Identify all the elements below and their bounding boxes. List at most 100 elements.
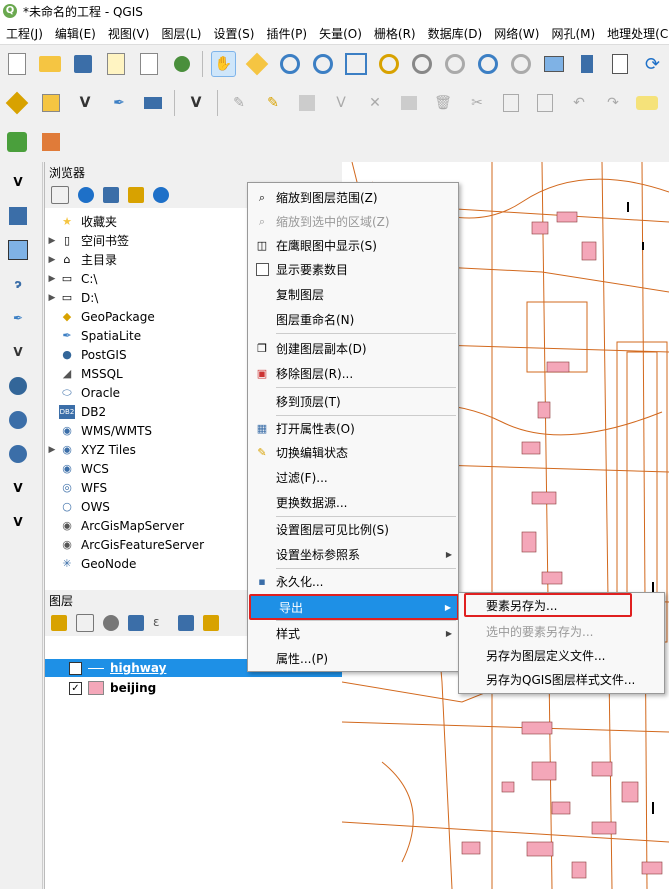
zoom-native-icon[interactable] — [442, 51, 467, 77]
menu-zoom-to-layer[interactable]: ⌕ 缩放到图层范围(Z) — [248, 185, 458, 210]
add-group-icon[interactable] — [76, 614, 94, 632]
info-icon[interactable] — [153, 187, 169, 203]
current-edits-icon[interactable]: ✎ — [226, 90, 252, 116]
bookmarks-icon[interactable] — [607, 51, 632, 77]
menu-export[interactable]: 导出 ▶ — [249, 594, 459, 620]
menu-mesh[interactable]: 网孔(M) — [545, 25, 601, 42]
filter-icon[interactable] — [128, 615, 144, 631]
menu-save-as-layer-definition[interactable]: 另存为图层定义文件... — [459, 643, 664, 668]
add-delimited-text-icon[interactable]: ɂ — [4, 270, 32, 298]
zoom-selection-icon[interactable] — [376, 51, 401, 77]
toggle-edit-icon[interactable]: V — [183, 90, 209, 116]
pencil-icon[interactable]: ✎ — [260, 90, 286, 116]
add-wcs-icon[interactable] — [4, 440, 32, 468]
zoom-in-icon[interactable] — [277, 51, 302, 77]
open-project-icon[interactable] — [37, 51, 62, 77]
menu-set-scale-visibility[interactable]: 设置图层可见比例(S) — [248, 517, 458, 542]
new-map-view-icon[interactable] — [541, 51, 566, 77]
menu-raster[interactable]: 栅格(R) — [368, 25, 422, 42]
menu-web[interactable]: 网络(W) — [488, 25, 545, 42]
filter-icon[interactable] — [103, 187, 119, 203]
save-project-icon[interactable] — [70, 51, 95, 77]
menu-processing[interactable]: 地理处理(C — [601, 25, 669, 42]
expand-arrow[interactable]: ▶ — [45, 445, 59, 455]
new-shapefile-icon[interactable]: V — [4, 508, 32, 536]
menu-layer[interactable]: 图层(L) — [155, 25, 207, 42]
menu-copy-layer[interactable]: 复制图层 — [248, 282, 458, 307]
expand-arrow[interactable]: ▶ — [45, 274, 59, 284]
expand-arrow[interactable]: ▶ — [45, 255, 59, 265]
feather-icon[interactable]: ✒ — [106, 90, 132, 116]
delete-selected-icon[interactable]: 🗑 — [430, 90, 456, 116]
menu-save-features-as[interactable]: 要素另存为... — [464, 593, 632, 617]
menu-filter[interactable]: 过滤(F)... — [248, 465, 458, 490]
refresh-icon[interactable] — [78, 187, 94, 203]
menu-change-data-source[interactable]: 更换数据源... — [248, 490, 458, 515]
add-selected-layers-icon[interactable] — [51, 186, 69, 204]
new-project-icon[interactable] — [4, 51, 29, 77]
menu-rename-layer[interactable]: 图层重命名(N) — [248, 307, 458, 332]
label-toolbar-icon[interactable] — [634, 90, 660, 116]
add-virtual-layer-icon[interactable]: V — [4, 338, 32, 366]
bookmark-new-icon[interactable] — [574, 51, 599, 77]
menu-make-permanent[interactable]: ▪ 永久化... — [248, 569, 458, 594]
save-edits-icon[interactable] — [294, 90, 320, 116]
menu-project[interactable]: 工程(J) — [0, 25, 49, 42]
menu-styles[interactable]: 样式 ▶ — [248, 621, 458, 646]
add-vector-icon[interactable]: V — [4, 168, 32, 196]
menu-save-as-qgis-style[interactable]: 另存为QGIS图层样式文件... — [459, 667, 664, 692]
add-mesh-icon[interactable] — [4, 236, 32, 264]
zoom-out-icon[interactable] — [310, 51, 335, 77]
menu-edit[interactable]: 编辑(E) — [49, 25, 102, 42]
processing-toolbox-icon[interactable] — [38, 129, 64, 155]
menu-vector[interactable]: 矢量(O) — [313, 25, 368, 42]
expand-arrow[interactable]: ▶ — [45, 293, 59, 303]
menu-duplicate-layer[interactable]: ❐ 创建图层副本(D) — [248, 336, 458, 361]
layout-manager-icon[interactable] — [136, 51, 161, 77]
zoom-last-icon[interactable] — [475, 51, 500, 77]
undo-icon[interactable]: ↶ — [566, 90, 592, 116]
pan-hand-icon[interactable]: ✋ — [210, 51, 237, 77]
menu-view[interactable]: 视图(V) — [102, 25, 156, 42]
zoom-next-icon[interactable] — [508, 51, 533, 77]
layer-visibility-checkbox[interactable]: ✓ — [69, 661, 82, 675]
modify-attributes-icon[interactable] — [396, 90, 422, 116]
menu-properties[interactable]: 属性...(P) — [248, 646, 458, 671]
menu-zoom-to-selection[interactable]: ⌕ 缩放到选中的区域(Z) — [248, 209, 458, 234]
vertex-tool-icon[interactable]: ✕ — [362, 90, 388, 116]
menu-save-selected-features-as[interactable]: 选中的要素另存为... — [459, 619, 664, 644]
menu-database[interactable]: 数据库(D) — [422, 25, 489, 42]
menu-show-feature-count[interactable]: 显示要素数目 — [248, 257, 458, 282]
layer-visibility-checkbox[interactable]: ✓ — [69, 681, 82, 695]
menu-move-to-top[interactable]: 移到顶层(T) — [248, 389, 458, 414]
add-postgis-icon[interactable] — [4, 372, 32, 400]
zoom-full-icon[interactable] — [343, 51, 368, 77]
collapse-all-icon[interactable] — [128, 187, 144, 203]
menu-remove-layer[interactable]: ▣ 移除图层(R)... — [248, 361, 458, 386]
add-feature-icon[interactable]: V — [328, 90, 354, 116]
copy-features-icon[interactable] — [498, 90, 524, 116]
style-manager-icon[interactable] — [169, 51, 194, 77]
expand-all-icon[interactable] — [178, 615, 194, 631]
menu-plugins[interactable]: 插件(P) — [260, 25, 313, 42]
menu-settings[interactable]: 设置(S) — [208, 25, 261, 42]
expand-arrow[interactable]: ▶ — [45, 236, 59, 246]
zoom-layer-icon[interactable] — [409, 51, 434, 77]
add-wfs-icon[interactable]: V — [4, 474, 32, 502]
style-brush-icon[interactable] — [51, 615, 67, 631]
gps-icon[interactable] — [140, 90, 166, 116]
data-source-manager-icon[interactable] — [4, 90, 30, 116]
new-print-layout-icon[interactable] — [103, 51, 128, 77]
new-layer-icon[interactable] — [38, 90, 64, 116]
add-spatialite-icon[interactable]: ✒ — [4, 304, 32, 332]
add-wms-icon[interactable] — [4, 406, 32, 434]
cut-features-icon[interactable]: ✂ — [464, 90, 490, 116]
add-raster-icon[interactable] — [4, 202, 32, 230]
refresh-icon[interactable]: ⟳ — [640, 51, 665, 77]
redo-icon[interactable]: ↷ — [600, 90, 626, 116]
collapse-all-icon[interactable] — [203, 615, 219, 631]
menu-show-in-overview[interactable]: ◫ 在鹰眼图中显示(S) — [248, 233, 458, 258]
locator-search-icon[interactable] — [4, 129, 30, 155]
menu-set-crs[interactable]: 设置坐标参照系 ▶ — [248, 542, 458, 567]
eye-icon[interactable] — [103, 615, 119, 631]
